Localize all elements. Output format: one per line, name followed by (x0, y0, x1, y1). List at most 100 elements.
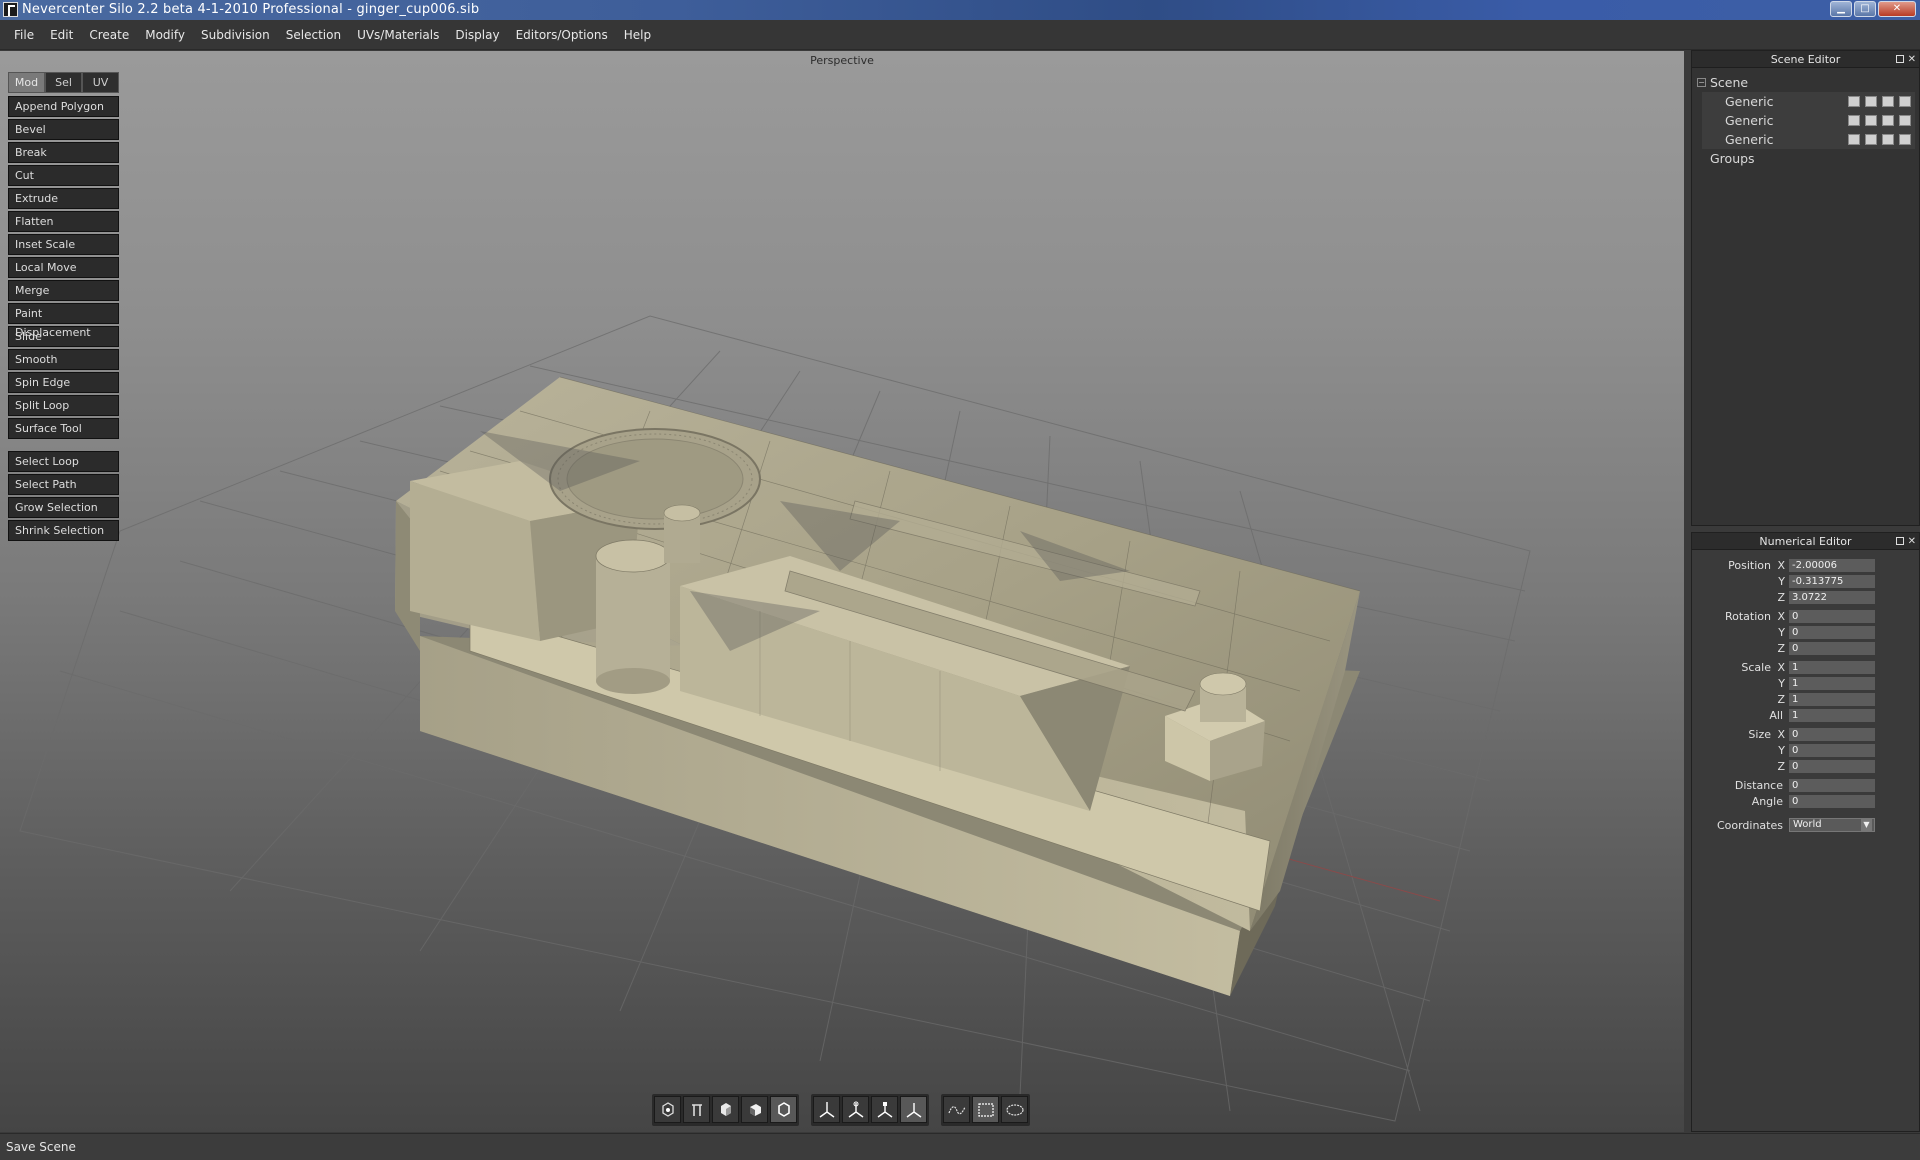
wireframe-toggle-icon[interactable] (1848, 96, 1860, 107)
menu-display[interactable]: Display (447, 20, 507, 50)
object-mode-icon[interactable] (741, 1096, 768, 1123)
close-window-button[interactable]: ✕ (1878, 1, 1916, 17)
break-button[interactable]: Break (8, 142, 119, 163)
position-x-row: Position X (1692, 558, 1919, 574)
surface-tool-button[interactable]: Surface Tool (8, 418, 119, 439)
perspective-viewport[interactable]: Perspective Mod Sel UV Append Polygon Be… (0, 51, 1684, 1132)
numerical-editor-title: Numerical Editor (1759, 535, 1852, 548)
smooth-button[interactable]: Smooth (8, 349, 119, 370)
extrude-button[interactable]: Extrude (8, 188, 119, 209)
scale-y-field[interactable] (1789, 677, 1875, 690)
paint-displacement-button[interactable]: Paint Displacement (8, 303, 119, 339)
menu-help[interactable]: Help (616, 20, 659, 50)
lock-icon[interactable] (1899, 96, 1911, 107)
position-x-field[interactable] (1789, 559, 1875, 572)
angle-field[interactable] (1789, 795, 1875, 808)
face-mode-icon[interactable] (712, 1096, 739, 1123)
menu-subdivision[interactable]: Subdivision (193, 20, 278, 50)
scene-editor-panel: Scene Editor ✕ − Scene Generic Generic G… (1691, 50, 1920, 526)
bevel-button[interactable]: Bevel (8, 119, 119, 140)
merge-button[interactable]: Merge (8, 280, 119, 301)
scene-tree: − Scene Generic Generic Generic Groups (1692, 68, 1919, 168)
position-y-field[interactable] (1789, 575, 1875, 588)
rotation-y-field[interactable] (1789, 626, 1875, 639)
shrink-selection-button[interactable]: Shrink Selection (8, 520, 119, 541)
wireframe-toggle-icon[interactable] (1848, 134, 1860, 145)
spin-edge-button[interactable]: Spin Edge (8, 372, 119, 393)
rotation-z-field[interactable] (1789, 642, 1875, 655)
wireframe-toggle-icon[interactable] (1848, 115, 1860, 126)
scene-tree-root[interactable]: − Scene (1692, 73, 1919, 92)
axis-label: Y (1778, 575, 1785, 588)
scale-all-field[interactable] (1789, 709, 1875, 722)
local-move-button[interactable]: Local Move (8, 257, 119, 278)
flatten-button[interactable]: Flatten (8, 211, 119, 232)
window-title: Nevercenter Silo 2.2 beta 4-1-2010 Profe… (22, 2, 480, 17)
lasso-select-icon[interactable] (1001, 1096, 1028, 1123)
menu-modify[interactable]: Modify (137, 20, 193, 50)
inset-scale-button[interactable]: Inset Scale (8, 234, 119, 255)
tab-sel[interactable]: Sel (45, 72, 82, 93)
visibility-eye-icon[interactable] (1882, 134, 1894, 145)
shaded-toggle-icon[interactable] (1865, 96, 1877, 107)
maximize-button[interactable]: □ (1854, 1, 1876, 17)
lock-icon[interactable] (1899, 134, 1911, 145)
scale-x-field[interactable] (1789, 661, 1875, 674)
polygon-mode-icon[interactable] (770, 1096, 797, 1123)
scene-editor-float-icon[interactable] (1895, 55, 1904, 63)
grow-selection-button[interactable]: Grow Selection (8, 497, 119, 518)
collapse-icon[interactable]: − (1697, 78, 1706, 87)
select-loop-button[interactable]: Select Loop (8, 451, 119, 472)
scene-object-row[interactable]: Generic (1702, 92, 1915, 111)
tab-mod[interactable]: Mod (8, 72, 45, 93)
rotate-manipulator-icon[interactable] (842, 1096, 869, 1123)
append-polygon-button[interactable]: Append Polygon (8, 96, 119, 117)
chevron-down-icon[interactable]: ▼ (1861, 819, 1872, 831)
menu-edit[interactable]: Edit (42, 20, 81, 50)
split-loop-button[interactable]: Split Loop (8, 395, 119, 416)
scene-groups-row[interactable]: Groups (1692, 149, 1919, 168)
angle-row: Angle (1692, 794, 1919, 810)
scene-object-row[interactable]: Generic (1702, 130, 1915, 149)
scale-z-field[interactable] (1789, 693, 1875, 706)
shaded-toggle-icon[interactable] (1865, 115, 1877, 126)
lock-icon[interactable] (1899, 115, 1911, 126)
edge-mode-icon[interactable] (683, 1096, 710, 1123)
move-manipulator-icon[interactable] (813, 1096, 840, 1123)
vertex-mode-icon[interactable] (654, 1096, 681, 1123)
numerical-editor-float-icon[interactable] (1895, 537, 1904, 545)
rotation-label: Rotation (1724, 610, 1771, 623)
coordinates-select[interactable]: World ▼ (1789, 818, 1875, 832)
tab-uv[interactable]: UV (82, 72, 119, 93)
visibility-eye-icon[interactable] (1882, 96, 1894, 107)
size-z-field[interactable] (1789, 760, 1875, 773)
menu-editors-options[interactable]: Editors/Options (508, 20, 616, 50)
cut-button[interactable]: Cut (8, 165, 119, 186)
universal-manipulator-icon[interactable] (900, 1096, 927, 1123)
size-y-field[interactable] (1789, 744, 1875, 757)
rotation-x-field[interactable] (1789, 610, 1875, 623)
size-x-field[interactable] (1789, 728, 1875, 741)
distance-field[interactable] (1789, 779, 1875, 792)
numerical-editor-close-icon[interactable]: ✕ (1908, 533, 1916, 550)
scene-editor-close-icon[interactable]: ✕ (1908, 51, 1916, 68)
minimize-button[interactable]: ▁ (1830, 1, 1852, 17)
select-path-button[interactable]: Select Path (8, 474, 119, 495)
menu-uvs-materials[interactable]: UVs/Materials (349, 20, 447, 50)
visibility-eye-icon[interactable] (1882, 115, 1894, 126)
box-select-icon[interactable] (972, 1096, 999, 1123)
menu-selection[interactable]: Selection (278, 20, 349, 50)
axis-label: Z (1777, 693, 1785, 706)
scale-manipulator-icon[interactable] (871, 1096, 898, 1123)
menu-file[interactable]: File (6, 20, 42, 50)
manipulator-group (811, 1094, 929, 1126)
paint-select-icon[interactable] (943, 1096, 970, 1123)
rotation-x-row: Rotation X (1692, 609, 1919, 625)
3d-scene[interactable] (0, 51, 1684, 1132)
scene-object-row[interactable]: Generic (1702, 111, 1915, 130)
shaded-toggle-icon[interactable] (1865, 134, 1877, 145)
menu-create[interactable]: Create (81, 20, 137, 50)
position-z-field[interactable] (1789, 591, 1875, 604)
coordinates-label: Coordinates (1716, 819, 1783, 832)
rotation-y-row: Y (1692, 625, 1919, 641)
